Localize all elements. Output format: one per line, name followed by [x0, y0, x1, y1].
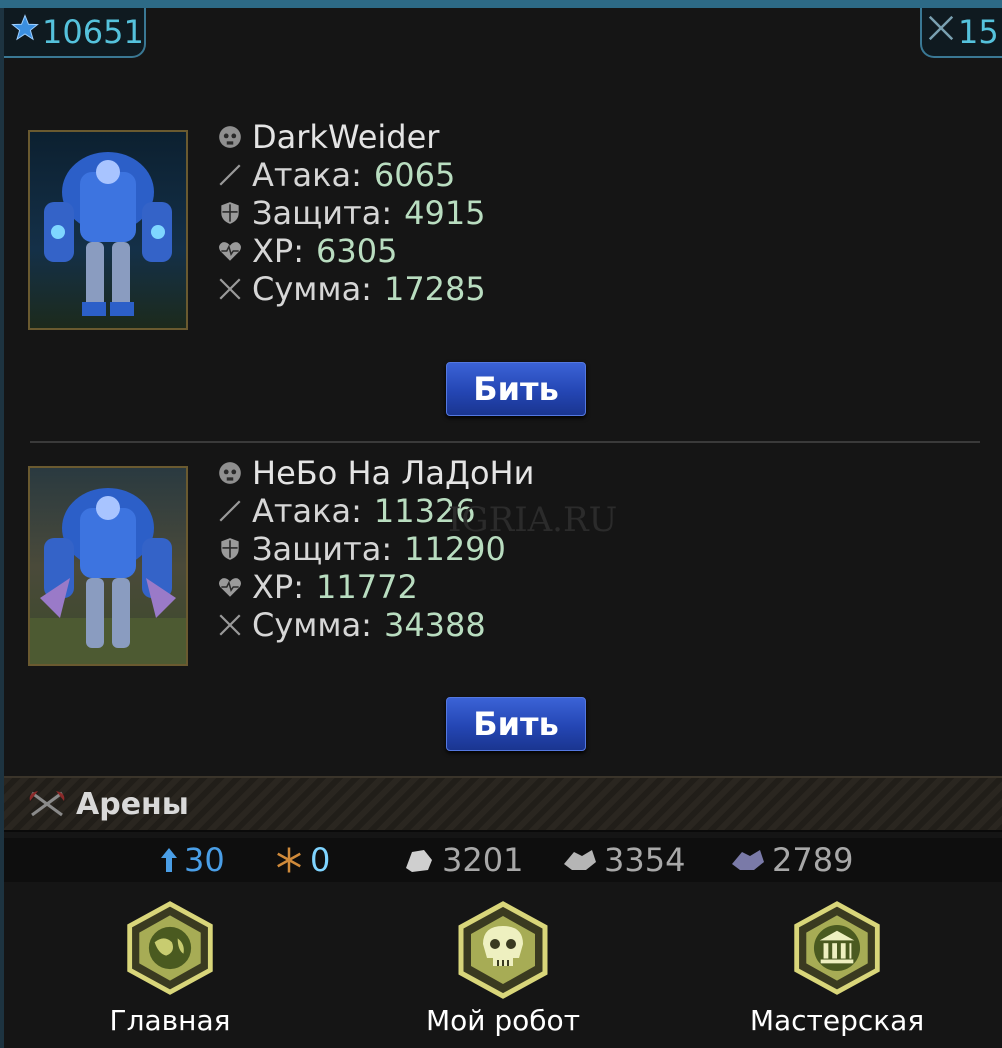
resources-bar: 30 0 3201 3354 2789: [4, 838, 1002, 882]
level-resource: 30: [160, 838, 225, 882]
sword-icon: [216, 161, 244, 189]
rating-counter[interactable]: 10651: [4, 8, 146, 58]
attack-value: 6065: [373, 156, 456, 194]
opponent-stats: DarkWeider Атака: 6065 Защита: 4915 ХР: …: [216, 118, 486, 308]
shield-icon: [216, 199, 244, 227]
total-value: 17285: [383, 270, 486, 308]
crossed-swords-icon: [926, 13, 958, 51]
top-border: [0, 0, 1002, 8]
heart-icon: [216, 237, 244, 265]
robot-portrait[interactable]: [28, 466, 188, 666]
skull-icon: [453, 900, 553, 1004]
sword-icon: [216, 497, 244, 525]
defense-label: Защита:: [252, 194, 393, 232]
crossed-axes-icon: [26, 789, 68, 819]
total-value: 34388: [383, 606, 486, 644]
crossed-swords-icon: [216, 275, 244, 303]
defense-label: Защита:: [252, 530, 393, 568]
nav-label: Главная: [109, 1004, 231, 1037]
skull-badge-icon: [216, 123, 244, 151]
ore2-value: 3354: [604, 841, 686, 879]
total-label: Сумма:: [252, 606, 372, 644]
nav-label: Мой робот: [426, 1004, 580, 1037]
ore1-value: 3201: [442, 841, 524, 879]
hp-value: 11772: [316, 568, 418, 606]
heart-icon: [216, 573, 244, 601]
globe-icon: [122, 900, 218, 1000]
hit-button[interactable]: Бить: [446, 362, 586, 416]
divider: [30, 441, 980, 443]
attack-label: Атака:: [252, 156, 362, 194]
nav-workshop[interactable]: Мастерская: [727, 900, 947, 1040]
opponent-name[interactable]: НеБо На ЛаДоНи: [252, 454, 534, 492]
opponent-name[interactable]: DarkWeider: [252, 118, 439, 156]
ore-icon: [402, 846, 436, 874]
up-arrow-icon: [160, 846, 178, 874]
arena-title: Арены: [76, 786, 189, 822]
nav-my-robot[interactable]: Мой робот: [393, 900, 613, 1040]
snow-value: 0: [310, 841, 331, 879]
battles-counter[interactable]: 15: [920, 8, 1002, 58]
ore2-resource: 3354: [562, 838, 685, 882]
crossed-swords-icon: [216, 611, 244, 639]
hp-label: ХР:: [252, 568, 304, 606]
level-value: 30: [184, 841, 225, 879]
ore1-resource: 3201: [402, 838, 523, 882]
arena-header[interactable]: Арены: [4, 776, 1002, 832]
ore3-resource: 2789: [730, 838, 853, 882]
crystal-icon: [562, 846, 598, 874]
snowflake-icon: [274, 845, 304, 875]
attack-label: Атака:: [252, 492, 362, 530]
robot-portrait[interactable]: [28, 130, 188, 330]
rating-value: 10651: [42, 13, 144, 51]
hp-value: 6305: [316, 232, 398, 270]
nav-label: Мастерская: [749, 1004, 925, 1037]
opponent-stats: НеБо На ЛаДоНи Атака: 11326 Защита: 1129…: [216, 454, 534, 644]
hit-button[interactable]: Бить: [446, 697, 586, 751]
gem-ore-icon: [730, 846, 766, 874]
battles-value: 15: [958, 13, 999, 51]
shield-icon: [216, 535, 244, 563]
watermark: IGRIA.RU: [448, 500, 618, 540]
defense-value: 4915: [404, 194, 486, 232]
nav-home[interactable]: Главная: [60, 900, 280, 1040]
skull-badge-icon: [216, 459, 244, 487]
building-icon: [789, 900, 885, 1000]
snow-resource: 0: [274, 838, 330, 882]
hp-label: ХР:: [252, 232, 304, 270]
ore3-value: 2789: [772, 841, 854, 879]
star-icon: [10, 13, 42, 51]
total-label: Сумма:: [252, 270, 372, 308]
